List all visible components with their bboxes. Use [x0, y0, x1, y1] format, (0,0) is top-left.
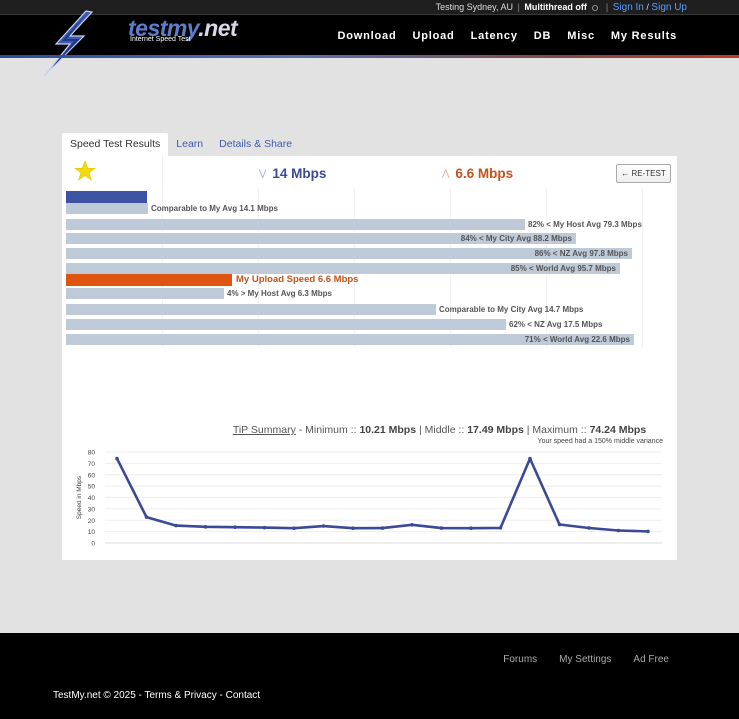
speed-data-point — [587, 526, 591, 530]
speed-data-point — [557, 522, 562, 527]
nav-misc[interactable]: Misc — [567, 30, 595, 42]
download-bar-0 — [66, 191, 147, 203]
bar-grid-line — [642, 188, 643, 348]
upload-bar-label: 62% < NZ Avg 17.5 Mbps — [509, 320, 603, 329]
upload-bar-label: My Upload Speed 6.6 Mbps — [236, 274, 359, 285]
speed-data-point — [321, 524, 326, 528]
download-bar-2: 82% < My Host Avg 79.3 Mbps — [66, 218, 642, 230]
separator: | — [605, 2, 609, 12]
nav-latency[interactable]: Latency — [471, 30, 518, 42]
download-bar-5: 85% < World Avg 95.7 Mbps — [66, 262, 620, 274]
tip-min: 10.21 Mbps — [359, 424, 417, 436]
comparison-bars: Comparable to My Avg 14.1 Mbps 82% < My H… — [62, 156, 677, 416]
download-bar-label: 86% < NZ Avg 97.8 Mbps — [534, 249, 628, 259]
y-tick-label: 20 — [88, 518, 96, 525]
terms-privacy-link[interactable]: Terms & Privacy — [145, 690, 217, 701]
download-bar-1: Comparable to My Avg 14.1 Mbps — [66, 203, 278, 214]
download-bar-label: Comparable to My Avg 14.1 Mbps — [151, 204, 278, 213]
y-tick-label: 10 — [88, 529, 96, 536]
tip-summary: TiP Summary - Minimum :: 10.21 Mbps | Mi… — [62, 424, 677, 436]
speed-data-point — [646, 529, 650, 534]
upload-bar-1: 4% > My Host Avg 6.3 Mbps — [66, 288, 332, 299]
speed-data-point — [528, 456, 532, 461]
logo-tagline: Internet Speed Test — [130, 36, 191, 43]
download-bar-4: 86% < NZ Avg 97.8 Mbps — [66, 248, 632, 260]
testing-location: Testing Sydney, AU — [435, 2, 513, 12]
y-tick-label: 50 — [88, 484, 96, 491]
y-tick-label: 70 — [88, 461, 96, 468]
separator: | — [517, 2, 520, 12]
footer: Forums My Settings Ad Free TestMy.net © … — [0, 633, 739, 719]
speed-data-point — [262, 525, 267, 530]
speed-data-point — [410, 523, 414, 527]
speed-data-point — [616, 528, 621, 533]
upload-bar-label: 4% > My Host Avg 6.3 Mbps — [227, 289, 332, 298]
tip-dash: - — [295, 424, 306, 436]
header: testmy.net Internet Speed Test Download … — [0, 10, 739, 76]
nav-my-results[interactable]: My Results — [611, 30, 677, 42]
download-bar-label: 82% < My Host Avg 79.3 Mbps — [528, 219, 642, 229]
upload-bar-3: 62% < NZ Avg 17.5 Mbps — [66, 319, 602, 330]
main-nav: Download Upload Latency DB Misc My Resul… — [338, 30, 677, 42]
tip-max: 74.24 Mbps — [589, 424, 647, 436]
tip-min-label: Minimum :: — [305, 424, 360, 436]
footer-copyright: TestMy.net © 2025 - Terms & Privacy - Co… — [53, 690, 260, 701]
speed-data-point — [144, 515, 149, 519]
settings-circle-icon[interactable] — [592, 4, 599, 11]
upload-bar-0: My Upload Speed 6.6 Mbps — [66, 274, 358, 286]
speed-data-point — [351, 526, 355, 531]
upload-bar-label: Comparable to My City Avg 14.7 Mbps — [439, 305, 584, 314]
tab-details-share[interactable]: Details & Share — [211, 133, 300, 156]
nav-upload[interactable]: Upload — [413, 30, 455, 42]
multithread-status: Multithread off — [524, 2, 587, 12]
logo-name-b: .net — [198, 15, 238, 41]
slash: / — [646, 2, 649, 12]
speed-data-point — [498, 526, 503, 530]
speed-data-point — [439, 526, 444, 530]
y-tick-label: 80 — [88, 450, 96, 457]
upload-bar-label: 71% < World Avg 22.6 Mbps — [524, 335, 630, 344]
y-tick-label: 0 — [91, 541, 95, 547]
copyright-text: TestMy.net © 2025 — [53, 690, 136, 701]
speed-data-point — [292, 526, 296, 531]
y-axis-label: Speed in Mbps — [76, 475, 83, 519]
footer-link-ad-free[interactable]: Ad Free — [633, 654, 669, 665]
speed-data-point — [115, 456, 119, 461]
result-tabs: Speed Test Results Learn Details & Share — [62, 133, 300, 156]
footer-sep: - — [135, 690, 145, 701]
tip-line-chart: 0 10 20 30 40 50 60 70 80 Speed in Mbps — [76, 450, 662, 547]
upload-bar-4: 71% < World Avg 22.6 Mbps — [66, 334, 634, 345]
download-bar-label: 85% < World Avg 95.7 Mbps — [510, 263, 616, 273]
download-bar-3: 84% < My City Avg 88.2 Mbps — [66, 233, 576, 245]
results-panel: ⋁ 14 Mbps ⋀ 6.6 Mbps ← RE-TEST Comparable … — [62, 156, 677, 560]
speed-data-point — [233, 525, 237, 529]
sign-in-link[interactable]: Sign In — [613, 2, 644, 13]
y-tick-label: 30 — [88, 506, 96, 513]
tip-summary-link[interactable]: TiP Summary — [233, 424, 296, 436]
tab-learn[interactable]: Learn — [168, 133, 211, 156]
speed-data-point — [174, 523, 178, 528]
variance-note: Your speed had a 150% middle variance — [537, 438, 663, 445]
download-bar-label: 84% < My City Avg 88.2 Mbps — [460, 234, 572, 244]
top-info: Testing Sydney, AU | Multithread off | S… — [436, 2, 687, 13]
tip-mid: 17.49 Mbps — [467, 424, 524, 436]
nav-download[interactable]: Download — [338, 30, 397, 42]
footer-link-my-settings[interactable]: My Settings — [559, 654, 611, 665]
nav-db[interactable]: DB — [534, 30, 552, 42]
tip-mid-label: | Middle :: — [416, 424, 468, 436]
tab-speed-test-results[interactable]: Speed Test Results — [62, 133, 169, 156]
speed-data-point — [203, 525, 208, 529]
sign-up-link[interactable]: Sign Up — [651, 2, 687, 13]
contact-link[interactable]: Contact — [226, 690, 260, 701]
footer-link-forums[interactable]: Forums — [503, 654, 537, 665]
upload-bar-2: Comparable to My City Avg 14.7 Mbps — [66, 304, 583, 315]
speed-data-point — [469, 526, 473, 531]
y-tick-label: 40 — [88, 495, 96, 502]
header-stripe — [0, 55, 739, 58]
footer-sep: - — [216, 690, 226, 701]
y-tick-label: 60 — [88, 472, 96, 479]
speed-data-point — [380, 526, 385, 530]
footer-links: Forums My Settings Ad Free — [503, 654, 669, 665]
tip-max-label: | Maximum :: — [523, 424, 590, 436]
